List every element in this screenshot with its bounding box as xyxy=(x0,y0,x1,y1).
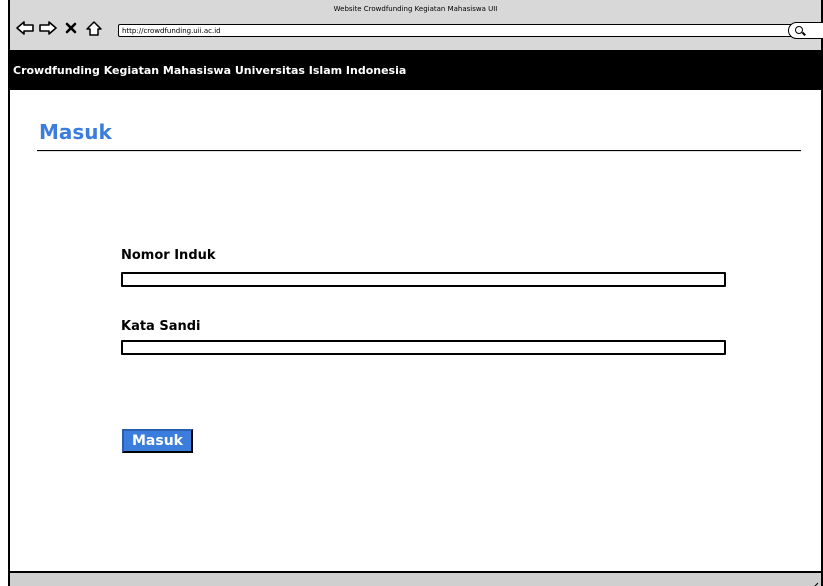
stop-icon[interactable] xyxy=(61,18,80,38)
back-arrow-icon[interactable] xyxy=(15,18,34,38)
address-bar[interactable] xyxy=(118,24,793,37)
student-id-input[interactable] xyxy=(121,272,726,287)
password-label: Kata Sandi xyxy=(121,319,201,334)
page-title: Masuk xyxy=(39,120,112,144)
resize-grip-icon[interactable] xyxy=(810,575,819,586)
student-id-label: Nomor Induk xyxy=(121,248,216,263)
login-button[interactable]: Masuk xyxy=(122,429,193,453)
window-title: Website Crowdfunding Kegiatan Mahasiswa … xyxy=(333,5,498,13)
site-header: Crowdfunding Kegiatan Mahasiswa Universi… xyxy=(10,52,821,90)
nav-buttons xyxy=(15,18,103,38)
password-input[interactable] xyxy=(121,340,726,355)
status-bar xyxy=(10,571,821,586)
forward-arrow-icon[interactable] xyxy=(38,18,57,38)
search-icon xyxy=(795,26,803,34)
title-divider xyxy=(37,150,801,152)
browser-search-box[interactable] xyxy=(788,22,823,39)
browser-toolbar: Website Crowdfunding Kegiatan Mahasiswa … xyxy=(10,0,823,52)
browser-window: Website Crowdfunding Kegiatan Mahasiswa … xyxy=(8,0,823,586)
site-title: Crowdfunding Kegiatan Mahasiswa Universi… xyxy=(13,64,407,77)
home-icon[interactable] xyxy=(84,18,103,38)
